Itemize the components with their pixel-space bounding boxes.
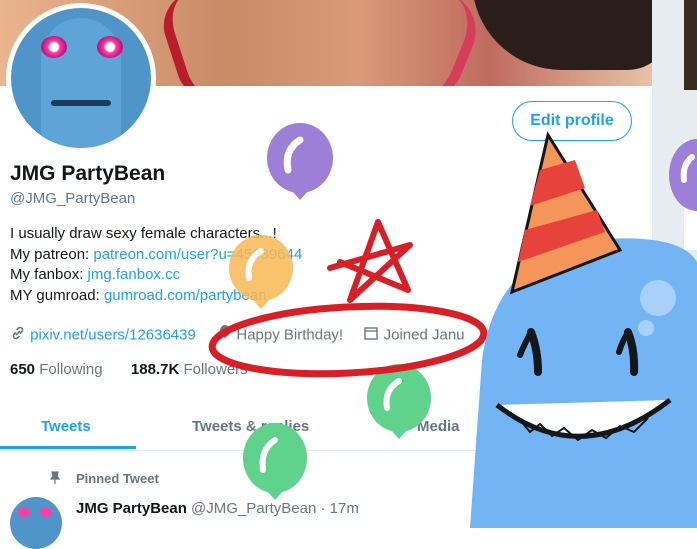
bio-label: My patreon: [10,245,94,263]
patreon-link[interactable]: patreon.com/user?u=45939644 [93,246,302,263]
avatar-eye [18,507,30,517]
link-icon [10,326,26,345]
bio-line: My fanbox: jmg.fanbox.cc [10,265,302,286]
tab-tweets[interactable]: Tweets [41,418,91,435]
tweet-time[interactable]: · 17m [321,500,359,517]
sidebar-thumbnail[interactable] [684,0,697,90]
pin-icon [48,471,62,488]
avatar-mouth [51,100,111,106]
sidebar-card [684,140,697,250]
gumroad-link[interactable]: gumroad.com/partybean [104,287,267,304]
followers-link[interactable]: 188.7K Followers [131,361,248,378]
avatar-eye [40,507,52,517]
banner-art [472,0,652,70]
star-doodle [327,219,413,303]
followers-count: 188.7K [130,361,180,378]
avatar-eye [97,36,123,58]
avatar-image [11,8,151,148]
tab-media[interactable]: Media [417,418,460,435]
tweet-author[interactable]: JMG PartyBean [76,500,187,517]
bio-line: My patreon: patreon.com/user?u=45939644 [10,245,302,266]
follow-stats: 650 Following 188.7K Followers [10,361,248,378]
calendar-icon [363,327,379,345]
bio-line: I usually draw sexy female characters...… [10,225,277,242]
tweet-header: JMG PartyBean @JMG_PartyBean · 17m [76,500,359,517]
tweet-handle[interactable]: @JMG_PartyBean [191,500,316,517]
profile-bio: I usually draw sexy female characters...… [10,224,302,306]
display-name: JMG PartyBean [10,162,166,185]
bio-label: MY gumroad: [10,286,104,304]
pinned-label: Pinned Tweet [76,471,159,486]
edit-profile-button[interactable]: Edit profile [512,101,632,141]
tweet-avatar[interactable] [10,497,62,549]
fanbox-link[interactable]: jmg.fanbox.cc [88,266,181,283]
profile-tabs: Tweets Tweets & replies Media [0,405,652,451]
active-tab-indicator [0,446,136,449]
joined-date: Joined Janu [383,326,465,344]
profile-handle: @JMG_PartyBean [10,190,136,207]
following-link[interactable]: 650 Following [10,361,103,378]
birthday-text: Happy Birthday! [236,326,344,344]
sidebar-column [652,0,697,528]
bio-line: MY gumroad: gumroad.com/partybean [10,286,302,307]
avatar-eye [41,36,67,58]
purple-balloon [267,123,333,200]
balloon-icon [218,325,232,345]
followers-label: Followers [183,361,248,378]
banner-art [372,0,488,86]
banner-art [154,0,256,86]
following-label: Following [39,361,103,378]
tab-tweets-and-replies[interactable]: Tweets & replies [192,418,309,435]
website-link[interactable]: pixiv.net/users/12636439 [30,327,196,344]
profile-avatar[interactable] [6,3,156,153]
following-count: 650 [10,361,36,378]
profile-meta: pixiv.net/users/12636439 Happy Birthday!… [10,325,465,345]
bio-label: My fanbox: [10,266,88,283]
